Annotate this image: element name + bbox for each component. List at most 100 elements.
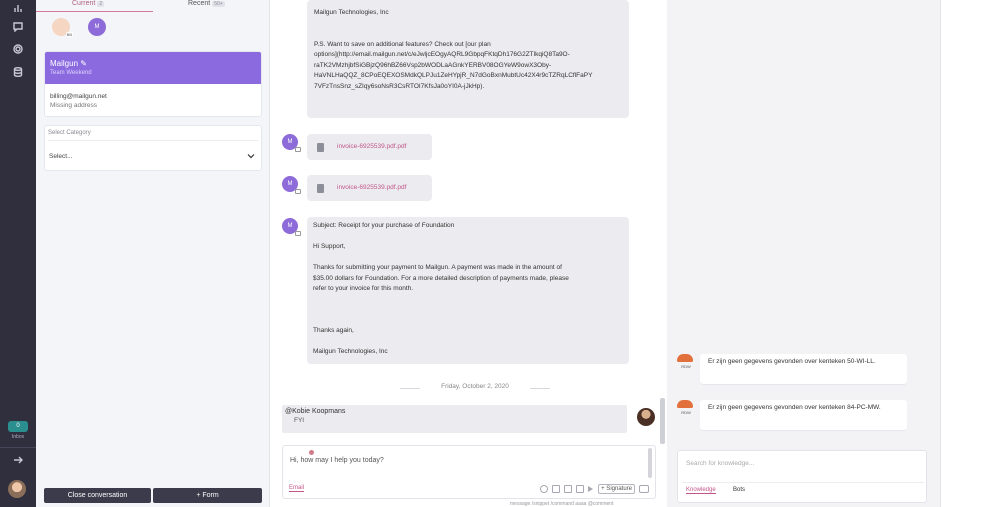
right-edge-panel xyxy=(940,0,1000,507)
bot-avatar: RDW xyxy=(677,400,695,418)
active-tab-underline xyxy=(36,11,153,12)
category-card: Select Category Select... xyxy=(44,125,262,171)
receipt-message: Subject: Receipt for your purchase of Fo… xyxy=(307,217,629,364)
email-icon xyxy=(295,189,301,194)
note-author: @Kobie Koopmans xyxy=(285,408,346,415)
note-text: FYI xyxy=(294,417,305,424)
divider xyxy=(48,140,258,141)
chat-area: Mailgun Technologies, Inc P.S. Want to s… xyxy=(270,0,667,507)
chat-icon[interactable] xyxy=(10,19,26,35)
cursor-dot xyxy=(309,450,314,455)
internal-note: @Kobie Koopmans FYI xyxy=(282,405,627,433)
database-icon[interactable] xyxy=(10,64,26,80)
email-icon xyxy=(295,231,301,236)
bot-message: Er zijn geen gegevens gevonden over kent… xyxy=(700,400,907,430)
tab-recent-count: 50+ xyxy=(212,1,225,7)
contact-email[interactable]: billing@mailgun.net xyxy=(50,93,256,100)
message-body-line: $35.00 dollars for Foundation. For a mor… xyxy=(313,274,569,282)
attachment-icon[interactable] xyxy=(552,485,561,493)
chart-icon[interactable] xyxy=(10,0,26,16)
chevron-down-icon[interactable] xyxy=(247,152,255,160)
conversation-tabs: Current 2 Recent 50+ xyxy=(36,0,270,12)
message-body-line: Thanks for submitting your payment to Ma… xyxy=(313,264,562,271)
video-icon[interactable] xyxy=(576,485,585,493)
message-greeting: Hi Support, xyxy=(313,243,346,250)
bot-logo xyxy=(677,354,693,362)
message-line: 7VFzTnsSnz_sZIqy6soNsR3CsRTOI7KfsJa0oYI0… xyxy=(314,82,485,90)
left-rail: 0 Inbox xyxy=(0,0,36,507)
participant-avatar[interactable]: BB xyxy=(52,18,73,37)
message-line: raTK2VMzhjbfSiGBjzQ96hBZ66Vsp2bWODLaAGnk… xyxy=(314,61,552,69)
play-icon[interactable] xyxy=(588,486,594,492)
message-line: Mailgun Technologies, Inc xyxy=(314,9,389,16)
knowledge-search-input[interactable]: Search for knowledge... xyxy=(686,460,754,467)
close-conversation-button[interactable]: Close conversation xyxy=(44,488,151,503)
contact-card: Mailgun ✎ Team Weekend billing@mailgun.n… xyxy=(44,51,262,117)
smile-icon[interactable] xyxy=(540,485,549,493)
note-author-avatar xyxy=(637,408,655,426)
chat-scrollbar[interactable] xyxy=(660,398,665,444)
tab-current-label: Current xyxy=(72,0,96,7)
tab-knowledge[interactable]: Knowledge xyxy=(686,487,716,494)
image-icon[interactable] xyxy=(564,485,573,493)
message-signature: Mailgun Technologies, Inc xyxy=(313,348,388,355)
contact-header[interactable]: Mailgun ✎ Team Weekend xyxy=(45,52,261,84)
message-line: P.S. Want to save on additional features… xyxy=(314,40,491,48)
inbox-label: Inbox xyxy=(11,434,25,440)
date-separator: Friday, October 2, 2020 xyxy=(400,383,550,390)
composer-toolbar: + Signature xyxy=(540,484,649,494)
arrow-right-icon[interactable] xyxy=(10,452,26,468)
form-button[interactable]: + Form xyxy=(153,488,262,503)
tab-recent[interactable]: Recent 50+ xyxy=(188,0,225,12)
participant-badge: BB xyxy=(65,32,73,37)
tab-bots[interactable]: Bots xyxy=(733,487,745,493)
message-line: options](http://email.mailgun.net/c/eJwl… xyxy=(314,51,570,58)
bot-label: RDW xyxy=(681,364,691,369)
message-subject: Subject: Receipt for your purchase of Fo… xyxy=(313,222,455,229)
participant-initial: M xyxy=(94,24,100,30)
inbox-count: 0 xyxy=(8,421,28,432)
avatar-initial: M xyxy=(287,223,293,229)
send-icon[interactable] xyxy=(639,485,649,493)
attachment-link[interactable]: invoice-6925539.pdf.pdf xyxy=(337,184,406,191)
message-line xyxy=(314,19,622,30)
message-avatar: M xyxy=(282,218,301,236)
reply-input[interactable]: Hi, how may I help you today? xyxy=(290,457,384,464)
avatar-initial: M xyxy=(287,139,293,145)
message-avatar: M xyxy=(282,176,301,194)
participant-avatar-mailgun[interactable]: M xyxy=(88,18,106,36)
contact-name: Mailgun ✎ xyxy=(50,59,87,68)
rail-divider xyxy=(0,447,36,448)
bot-label: RDW xyxy=(681,410,691,415)
tab-current-count: 2 xyxy=(97,1,105,7)
category-select[interactable]: Select... xyxy=(49,153,257,165)
category-label: Select Category xyxy=(48,130,91,136)
user-avatar[interactable] xyxy=(8,480,26,498)
composer-scrollbar[interactable] xyxy=(648,448,652,478)
message-line xyxy=(314,29,622,40)
contact-team: Team Weekend xyxy=(50,70,92,76)
attachment-file[interactable]: invoice-6925539.pdf.pdf xyxy=(307,134,432,160)
contact-address[interactable]: Missing address xyxy=(50,102,256,109)
tab-recent-label: Recent xyxy=(188,0,211,7)
message-bubble: Mailgun Technologies, Inc P.S. Want to s… xyxy=(307,0,629,118)
gear-icon[interactable] xyxy=(10,41,26,57)
avatar-initial: M xyxy=(287,181,293,187)
attachment-file[interactable]: invoice-6925539.pdf.pdf xyxy=(307,175,432,201)
inbox-badge[interactable]: 0 Inbox xyxy=(6,421,30,447)
message-line: HaVNLHaQQZ_8CPoEQEXOSMdkQLPJu1ZeHYpjR_N7… xyxy=(314,72,593,79)
reply-composer[interactable]: Hi, how may I help you today? Email + Si… xyxy=(282,445,656,499)
knowledge-panel: Search for knowledge... Knowledge Bots xyxy=(677,450,927,503)
conversation-panel: Current 2 Recent 50+ BB M Mailgun ✎ Team W… xyxy=(36,0,270,507)
bot-message: Er zijn geen gegevens gevonden over kent… xyxy=(700,354,907,384)
bot-avatar: RDW xyxy=(677,354,695,372)
composer-hints: message /snippet /command aaaa @comment xyxy=(510,501,614,507)
message-avatar: M xyxy=(282,134,301,152)
signature-button[interactable]: + Signature xyxy=(598,484,635,494)
bot-logo xyxy=(677,400,693,408)
message-body-line: refer to your invoice for this month. xyxy=(313,285,414,292)
email-icon xyxy=(295,147,301,152)
file-icon xyxy=(317,143,324,152)
attachment-link[interactable]: invoice-6925539.pdf.pdf xyxy=(337,143,406,150)
channel-email-tab[interactable]: Email xyxy=(289,485,305,492)
